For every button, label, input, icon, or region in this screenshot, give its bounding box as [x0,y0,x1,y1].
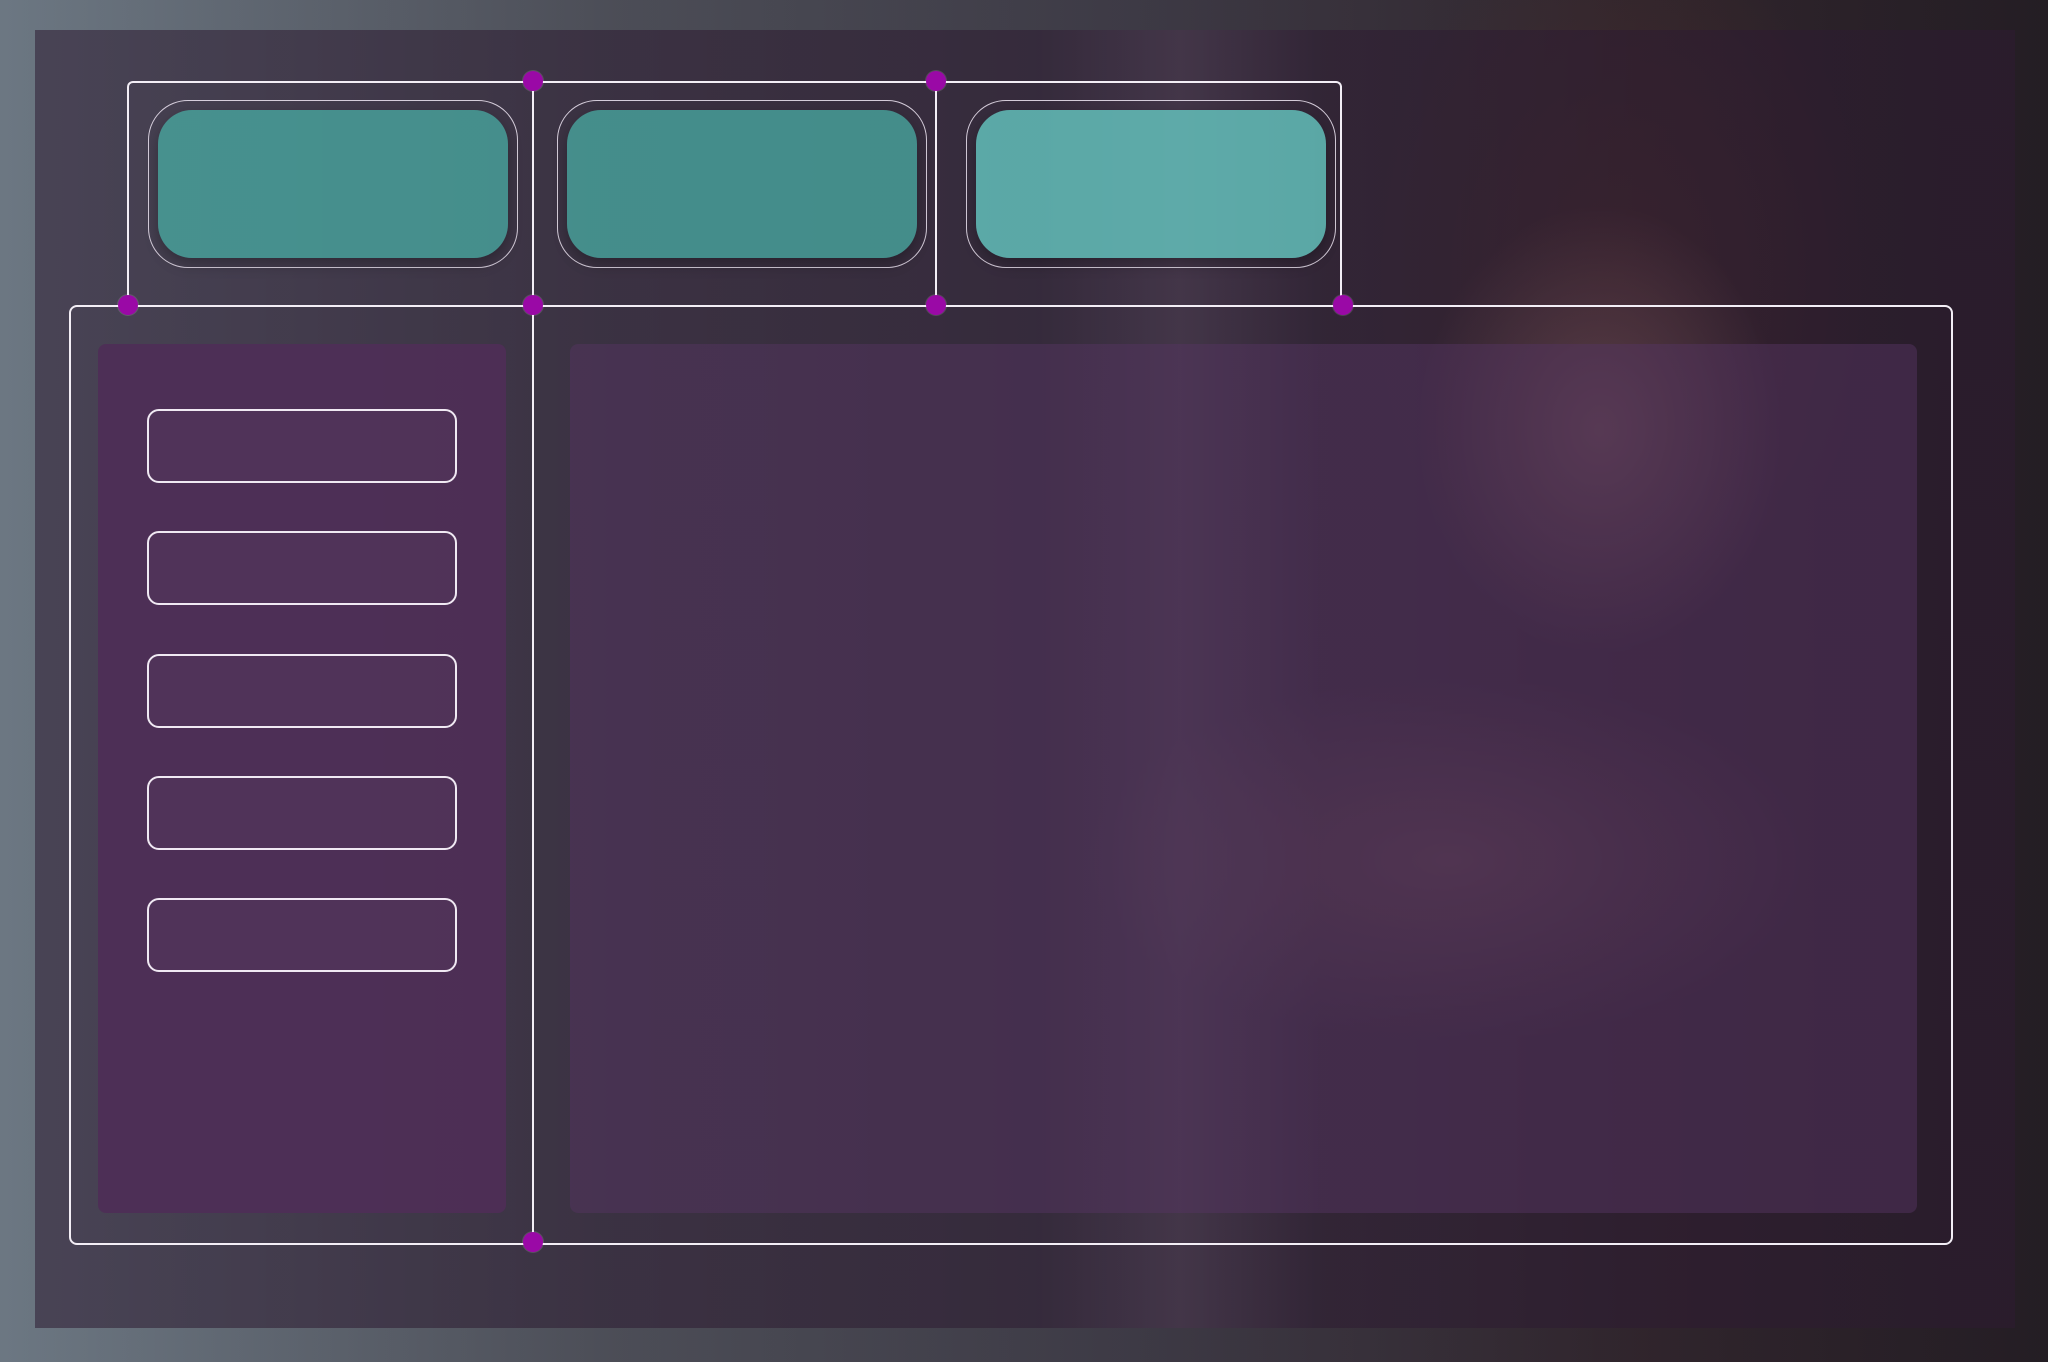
sidebar-item-3[interactable] [147,654,457,728]
divider-line-left [532,81,534,1245]
node-mid-2[interactable] [926,295,946,315]
node-mid-1[interactable] [523,295,543,315]
content-panel [570,344,1917,1213]
sidebar-item-5[interactable] [147,898,457,972]
node-bottom[interactable] [523,1232,543,1252]
tab-2[interactable] [557,100,927,268]
tab-3-fill [976,110,1326,258]
tab-1[interactable] [148,100,518,268]
node-mid-left[interactable] [118,295,138,315]
tab-1-fill [158,110,508,258]
sidebar-item-2[interactable] [147,531,457,605]
node-top-1[interactable] [523,71,543,91]
sidebar-item-1[interactable] [147,409,457,483]
node-mid-right[interactable] [1333,295,1353,315]
tab-2-fill [567,110,917,258]
node-top-2[interactable] [926,71,946,91]
sidebar-item-4[interactable] [147,776,457,850]
tab-3[interactable] [966,100,1336,268]
divider-line-right [935,81,937,307]
